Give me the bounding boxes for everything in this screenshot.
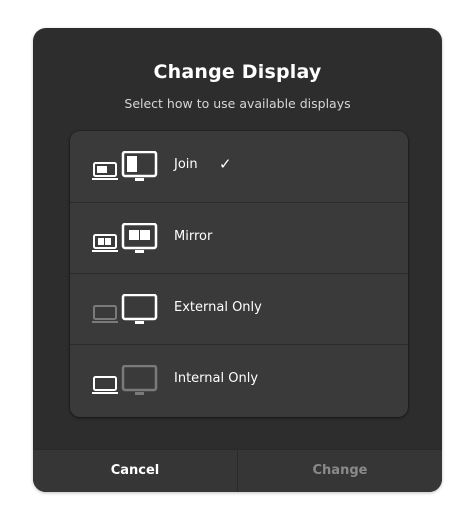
option-internal-only[interactable]: Internal Only (70, 344, 408, 415)
display-join-icon (92, 151, 158, 181)
change-display-dialog: Change Display Select how to use availab… (33, 28, 442, 492)
cancel-button[interactable]: Cancel (33, 450, 237, 492)
dialog-subtitle: Select how to use available displays (124, 96, 351, 111)
change-button[interactable]: Change (238, 450, 442, 492)
option-join[interactable]: Join ✓ (70, 131, 408, 201)
option-label: External Only (174, 300, 262, 315)
dialog-button-bar: Cancel Change (33, 449, 442, 492)
option-label: Mirror (174, 229, 213, 244)
option-external-only[interactable]: External Only (70, 273, 408, 344)
option-label: Internal Only (174, 371, 259, 386)
dialog-title: Change Display (153, 61, 322, 83)
display-mirror-icon (92, 223, 158, 253)
option-label: Join (174, 157, 198, 172)
checkmark-icon: ✓ (219, 155, 232, 173)
display-mode-list: Join ✓ Mirror External Only Internal Onl… (70, 131, 408, 417)
display-external-only-icon (92, 294, 158, 324)
display-internal-only-icon (92, 365, 158, 395)
option-mirror[interactable]: Mirror (70, 202, 408, 273)
